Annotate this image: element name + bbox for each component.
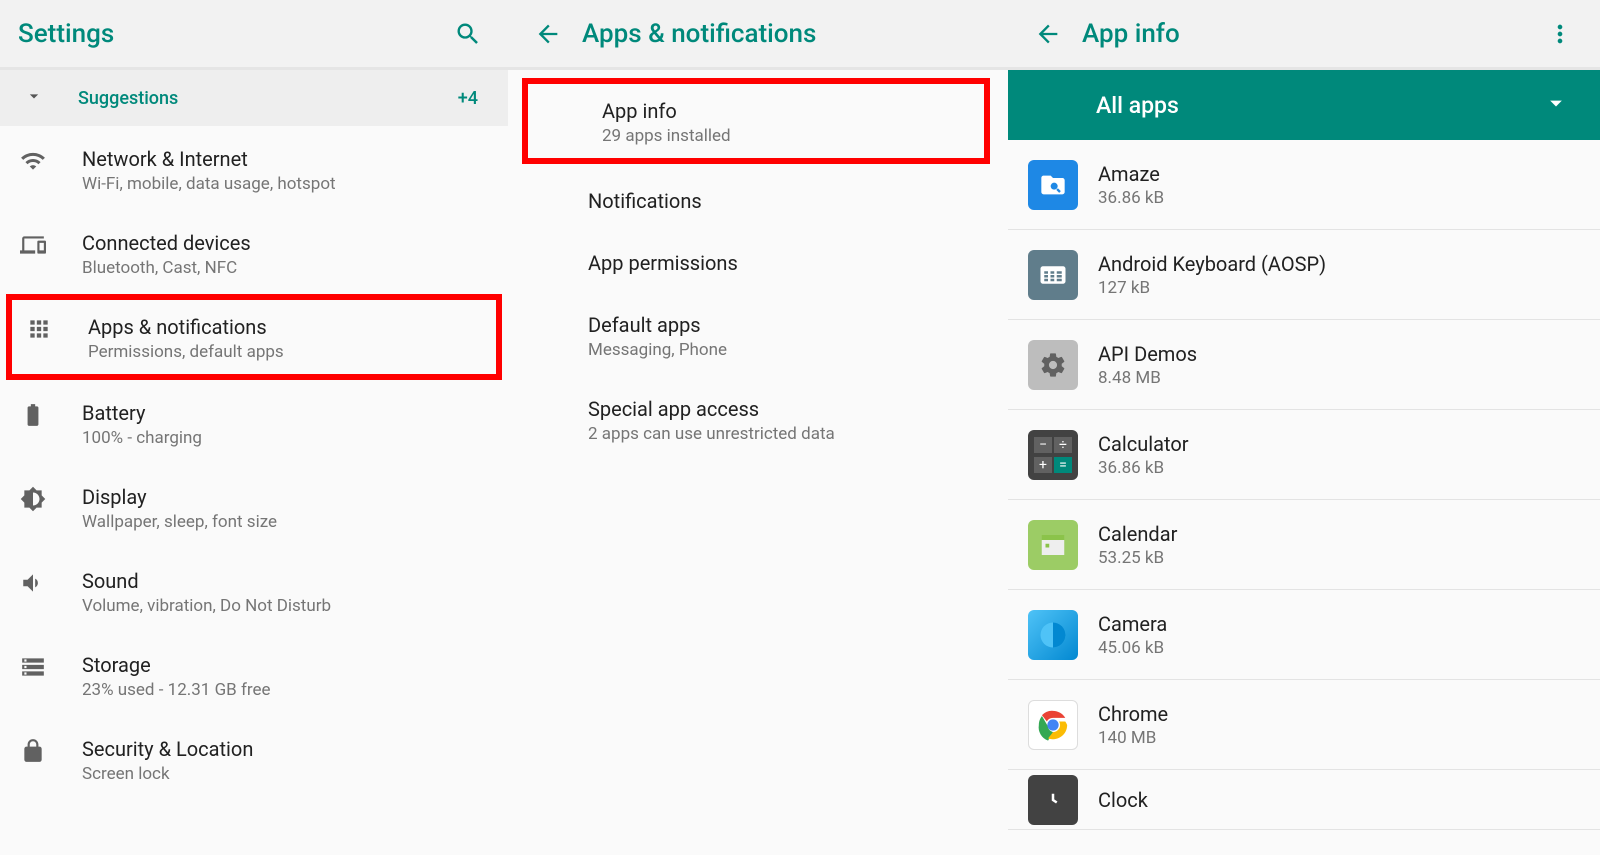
app-name: Calculator bbox=[1098, 432, 1189, 456]
app-name: Android Keyboard (AOSP) bbox=[1098, 252, 1326, 276]
app-row-calculator[interactable]: − ÷ + = Calculator 36.86 kB bbox=[1008, 410, 1600, 500]
app-row-camera[interactable]: Camera 45.06 kB bbox=[1008, 590, 1600, 680]
app-info-panel: App info All apps Amaze 36.86 kB Android… bbox=[1008, 0, 1600, 855]
row-title: Security & Location bbox=[82, 736, 488, 762]
row-title: Display bbox=[82, 484, 488, 510]
app-name: Amaze bbox=[1098, 162, 1164, 186]
app-name: Chrome bbox=[1098, 702, 1168, 726]
row-sub: 23% used - 12.31 GB free bbox=[82, 680, 488, 700]
app-row-keyboard[interactable]: Android Keyboard (AOSP) 127 kB bbox=[1008, 230, 1600, 320]
app-size: 36.86 kB bbox=[1098, 188, 1164, 208]
more-vert-icon[interactable] bbox=[1538, 12, 1582, 56]
settings-item-sound[interactable]: Sound Volume, vibration, Do Not Disturb bbox=[0, 548, 508, 632]
settings-panel: Settings Suggestions +4 Network & Intern… bbox=[0, 0, 508, 855]
apps-item-permissions[interactable]: App permissions bbox=[508, 230, 1008, 292]
app-icon bbox=[1028, 250, 1078, 300]
app-size: 45.06 kB bbox=[1098, 638, 1167, 658]
app-icon bbox=[1028, 340, 1078, 390]
row-sub: Bluetooth, Cast, NFC bbox=[82, 258, 488, 278]
apps-notif-panel: Apps & notifications App info 29 apps in… bbox=[508, 0, 1008, 855]
settings-item-battery[interactable]: Battery 100% - charging bbox=[0, 380, 508, 464]
app-icon bbox=[1028, 160, 1078, 210]
settings-item-security[interactable]: Security & Location Screen lock bbox=[0, 716, 508, 800]
apps-notif-header: Apps & notifications bbox=[508, 0, 1008, 70]
row-title: App permissions bbox=[588, 250, 988, 276]
row-sub: Volume, vibration, Do Not Disturb bbox=[82, 596, 488, 616]
row-sub: Screen lock bbox=[82, 764, 488, 784]
app-info-title: App info bbox=[1082, 19, 1180, 49]
back-icon[interactable] bbox=[1026, 12, 1070, 56]
row-sub: Wi-Fi, mobile, data usage, hotspot bbox=[82, 174, 488, 194]
search-icon[interactable] bbox=[446, 12, 490, 56]
app-size: 140 MB bbox=[1098, 728, 1168, 748]
brightness-icon bbox=[20, 484, 82, 512]
filter-label: All apps bbox=[1096, 92, 1179, 119]
row-sub: 2 apps can use unrestricted data bbox=[588, 424, 988, 444]
app-icon bbox=[1028, 700, 1078, 750]
row-title: Default apps bbox=[588, 312, 988, 338]
app-row-amaze[interactable]: Amaze 36.86 kB bbox=[1008, 140, 1600, 230]
row-title: Storage bbox=[82, 652, 488, 678]
lock-icon bbox=[20, 736, 82, 764]
wifi-icon bbox=[20, 146, 82, 174]
app-row-chrome[interactable]: Chrome 140 MB bbox=[1008, 680, 1600, 770]
row-sub: Messaging, Phone bbox=[588, 340, 988, 360]
row-sub: 100% - charging bbox=[82, 428, 488, 448]
filter-all-apps[interactable]: All apps bbox=[1008, 70, 1600, 140]
app-icon: − ÷ + = bbox=[1028, 430, 1078, 480]
apps-item-special[interactable]: Special app access 2 apps can use unrest… bbox=[508, 376, 1008, 460]
chevron-down-icon bbox=[24, 86, 44, 110]
storage-icon bbox=[20, 652, 82, 680]
settings-item-network[interactable]: Network & Internet Wi-Fi, mobile, data u… bbox=[0, 126, 508, 210]
apps-grid-icon bbox=[26, 314, 88, 342]
app-size: 36.86 kB bbox=[1098, 458, 1189, 478]
app-size: 53.25 kB bbox=[1098, 548, 1177, 568]
app-name: API Demos bbox=[1098, 342, 1197, 366]
settings-item-apps[interactable]: Apps & notifications Permissions, defaul… bbox=[6, 294, 502, 380]
apps-notif-title: Apps & notifications bbox=[582, 19, 816, 49]
apps-item-notifications[interactable]: Notifications bbox=[508, 168, 1008, 230]
row-title: Sound bbox=[82, 568, 488, 594]
settings-item-storage[interactable]: Storage 23% used - 12.31 GB free bbox=[0, 632, 508, 716]
app-name: Calendar bbox=[1098, 522, 1177, 546]
row-title: Battery bbox=[82, 400, 488, 426]
battery-icon bbox=[20, 400, 82, 428]
app-icon bbox=[1028, 775, 1078, 825]
app-size: 127 kB bbox=[1098, 278, 1326, 298]
app-size: 8.48 MB bbox=[1098, 368, 1197, 388]
app-info-row-highlight: App info 29 apps installed bbox=[522, 78, 990, 164]
row-title: Notifications bbox=[588, 188, 988, 214]
row-title: App info bbox=[602, 98, 970, 124]
app-icon bbox=[1028, 520, 1078, 570]
row-sub: Wallpaper, sleep, font size bbox=[82, 512, 488, 532]
suggestions-count: +4 bbox=[458, 88, 478, 109]
app-row-calendar[interactable]: Calendar 53.25 kB bbox=[1008, 500, 1600, 590]
row-title: Network & Internet bbox=[82, 146, 488, 172]
app-row-apidemos[interactable]: API Demos 8.48 MB bbox=[1008, 320, 1600, 410]
app-row-clock[interactable]: Clock bbox=[1008, 770, 1600, 830]
app-name: Camera bbox=[1098, 612, 1167, 636]
apps-item-default[interactable]: Default apps Messaging, Phone bbox=[508, 292, 1008, 376]
app-name: Clock bbox=[1098, 788, 1148, 812]
suggestions-label: Suggestions bbox=[78, 88, 458, 109]
settings-title: Settings bbox=[18, 19, 114, 49]
back-icon[interactable] bbox=[526, 12, 570, 56]
row-title: Connected devices bbox=[82, 230, 488, 256]
volume-icon bbox=[20, 568, 82, 596]
row-title: Special app access bbox=[588, 396, 988, 422]
apps-item-appinfo[interactable]: App info 29 apps installed bbox=[542, 98, 970, 146]
devices-icon bbox=[20, 230, 82, 258]
app-info-header: App info bbox=[1008, 0, 1600, 70]
row-sub: Permissions, default apps bbox=[88, 342, 482, 362]
settings-header: Settings bbox=[0, 0, 508, 70]
app-icon bbox=[1028, 610, 1078, 660]
settings-item-display[interactable]: Display Wallpaper, sleep, font size bbox=[0, 464, 508, 548]
chevron-down-icon bbox=[1542, 89, 1570, 121]
row-sub: 29 apps installed bbox=[602, 126, 970, 146]
suggestions-row[interactable]: Suggestions +4 bbox=[0, 70, 508, 126]
settings-item-connected[interactable]: Connected devices Bluetooth, Cast, NFC bbox=[0, 210, 508, 294]
row-title: Apps & notifications bbox=[88, 314, 482, 340]
